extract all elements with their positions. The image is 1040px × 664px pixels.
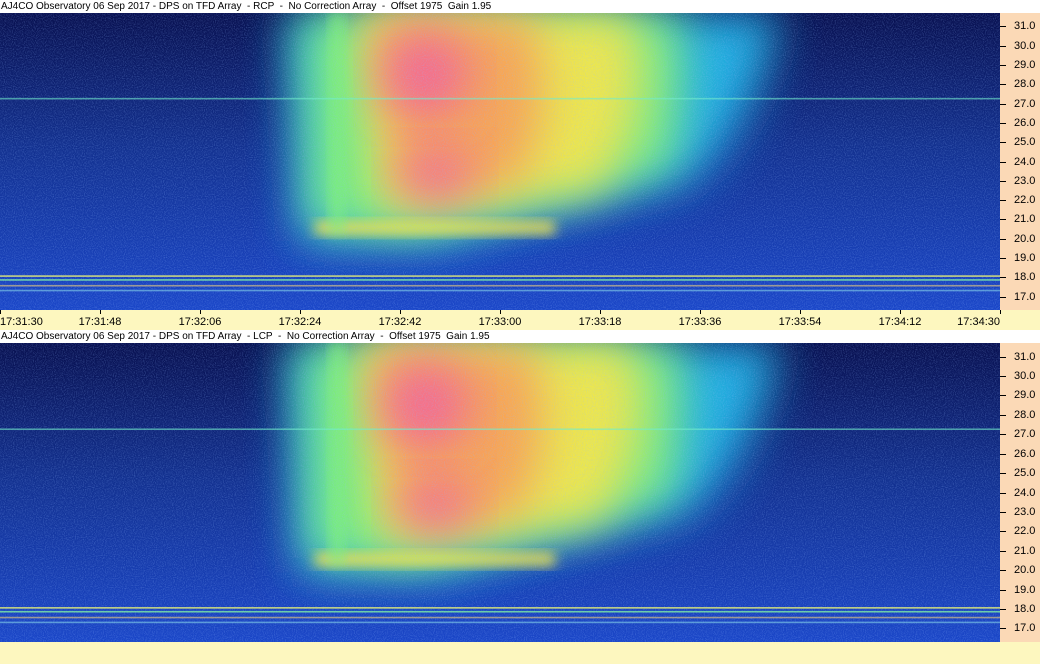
x-tick-mark — [900, 310, 901, 314]
y-tick-label: 21.0 — [1014, 213, 1036, 225]
y-tick-label: 31.0 — [1014, 20, 1036, 32]
y-tick-mark — [1000, 84, 1006, 85]
x-tick-label: 17:34:30 — [957, 316, 1000, 328]
y-tick-label: 24.0 — [1014, 156, 1036, 168]
y-tick-label: 27.0 — [1014, 98, 1036, 110]
y-tick-mark — [1000, 531, 1006, 532]
frequency-axis-rcp: 31.0 30.0 29.0 28.0 27.0 26.0 25.0 24.0 23.0 22.0… — [1000, 13, 1040, 310]
noise-texture — [0, 13, 1000, 310]
y-tick-label: 27.0 — [1014, 428, 1036, 440]
y-tick-label: 28.0 — [1014, 78, 1036, 90]
y-tick-mark — [1000, 297, 1006, 298]
y-tick-label: 23.0 — [1014, 506, 1036, 518]
y-tick-mark — [1000, 512, 1006, 513]
x-tick-label: 17:33:18 — [578, 316, 622, 328]
y-tick-label: 30.0 — [1014, 40, 1036, 52]
y-tick-mark — [1000, 162, 1006, 163]
y-tick-mark — [1000, 65, 1006, 66]
y-tick-mark — [1000, 628, 1006, 629]
y-tick-mark — [1000, 46, 1006, 47]
y-tick-mark — [1000, 609, 1006, 610]
panel-title-lcp: AJ4CO Observatory 06 Sep 2017 - DPS on T… — [0, 330, 1001, 343]
spectrogram-lcp — [0, 343, 1000, 642]
x-tick-mark — [200, 310, 201, 314]
x-tick-mark — [100, 310, 101, 314]
y-tick-mark — [1000, 454, 1006, 455]
x-tick-label: 17:32:06 — [178, 316, 222, 328]
y-tick-mark — [1000, 473, 1006, 474]
y-tick-mark — [1000, 376, 1006, 377]
spectrogram-svg — [0, 343, 1000, 642]
y-tick-label: 19.0 — [1014, 584, 1036, 596]
x-tick-label: 17:31:30 — [0, 316, 43, 328]
x-tick-mark — [0, 310, 1, 314]
x-tick-label: 17:33:36 — [678, 316, 722, 328]
x-tick-mark — [1000, 310, 1001, 314]
y-tick-mark — [1000, 493, 1006, 494]
y-tick-label: 25.0 — [1014, 467, 1036, 479]
frequency-axis-lcp: 31.0 30.0 29.0 28.0 27.0 26.0 25.0 24.0 23.0 22.0… — [1000, 343, 1040, 642]
x-tick-label: 17:33:54 — [778, 316, 822, 328]
y-tick-label: 22.0 — [1014, 525, 1036, 537]
y-tick-mark — [1000, 395, 1006, 396]
y-tick-label: 29.0 — [1014, 389, 1036, 401]
y-tick-label: 17.0 — [1014, 622, 1036, 634]
spectrogram-svg — [0, 13, 1000, 310]
y-tick-mark — [1000, 219, 1006, 220]
y-tick-mark — [1000, 200, 1006, 201]
x-tick-label: 17:32:42 — [378, 316, 422, 328]
y-tick-label: 20.0 — [1014, 233, 1036, 245]
y-tick-mark — [1000, 434, 1006, 435]
x-tick-mark — [800, 310, 801, 314]
y-tick-label: 24.0 — [1014, 487, 1036, 499]
y-tick-mark — [1000, 590, 1006, 591]
y-tick-mark — [1000, 181, 1006, 182]
x-tick-mark — [500, 310, 501, 314]
y-tick-label: 19.0 — [1014, 252, 1036, 264]
y-tick-mark — [1000, 104, 1006, 105]
x-tick-label: 17:34:12 — [878, 316, 922, 328]
y-tick-label: 21.0 — [1014, 545, 1036, 557]
panel-title-rcp: AJ4CO Observatory 06 Sep 2017 - DPS on T… — [0, 0, 1001, 13]
x-tick-mark — [600, 310, 601, 314]
y-tick-mark — [1000, 277, 1006, 278]
y-tick-label: 26.0 — [1014, 117, 1036, 129]
x-tick-mark — [400, 310, 401, 314]
y-tick-mark — [1000, 357, 1006, 358]
y-tick-label: 30.0 — [1014, 370, 1036, 382]
y-tick-label: 22.0 — [1014, 194, 1036, 206]
spectrogram-rcp — [0, 13, 1000, 310]
x-tick-label: 17:33:00 — [478, 316, 522, 328]
y-tick-mark — [1000, 258, 1006, 259]
y-tick-mark — [1000, 239, 1006, 240]
y-tick-label: 25.0 — [1014, 136, 1036, 148]
y-tick-mark — [1000, 123, 1006, 124]
y-tick-mark — [1000, 142, 1006, 143]
noise-texture — [0, 343, 1000, 642]
bottom-status-bar — [0, 642, 1040, 664]
time-axis: 17:31:30 17:31:48 17:32:06 17:32:24 17:32:42… — [0, 310, 1040, 330]
y-tick-label: 28.0 — [1014, 409, 1036, 421]
x-tick-mark — [700, 310, 701, 314]
x-tick-mark — [300, 310, 301, 314]
y-tick-label: 18.0 — [1014, 603, 1036, 615]
y-tick-label: 20.0 — [1014, 564, 1036, 576]
y-tick-label: 23.0 — [1014, 175, 1036, 187]
y-tick-label: 26.0 — [1014, 448, 1036, 460]
y-tick-label: 31.0 — [1014, 351, 1036, 363]
y-tick-mark — [1000, 570, 1006, 571]
y-tick-label: 18.0 — [1014, 271, 1036, 283]
x-tick-label: 17:32:24 — [278, 316, 322, 328]
y-tick-mark — [1000, 551, 1006, 552]
x-tick-label: 17:31:48 — [78, 316, 122, 328]
y-tick-label: 17.0 — [1014, 291, 1036, 303]
y-tick-mark — [1000, 415, 1006, 416]
y-tick-label: 29.0 — [1014, 59, 1036, 71]
y-tick-mark — [1000, 26, 1006, 27]
